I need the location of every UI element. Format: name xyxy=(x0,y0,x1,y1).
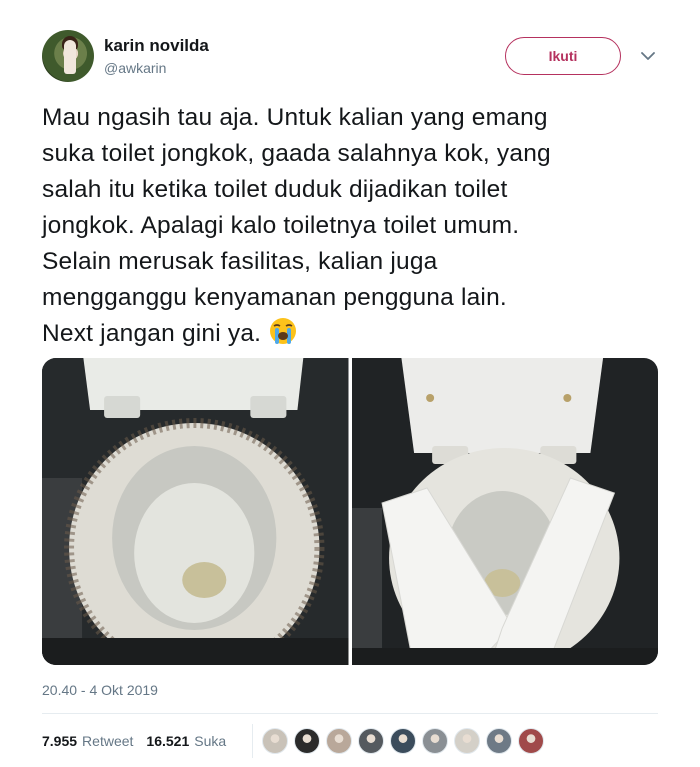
retweet-label: Retweet xyxy=(82,733,134,749)
loudly-crying-face-emoji xyxy=(268,316,298,346)
liker-avatar[interactable] xyxy=(358,728,384,754)
tweet-body: Mau ngasih tau aja. Untuk kalian yang em… xyxy=(42,104,551,347)
tweet-text: Mau ngasih tau aja. Untuk kalian yang em… xyxy=(42,100,662,352)
likers-avatars xyxy=(262,728,544,754)
photo-right[interactable] xyxy=(351,358,658,665)
liker-avatar[interactable] xyxy=(422,728,448,754)
liker-avatar[interactable] xyxy=(518,728,544,754)
like-number: 16.521 xyxy=(146,733,190,749)
photo-left[interactable] xyxy=(42,358,349,665)
tweet-card: karin novilda @awkarin Ikuti Mau ngasih … xyxy=(0,0,700,767)
like-count[interactable]: 16.521 Suka xyxy=(146,733,239,749)
toilet-with-tissue-photo xyxy=(351,358,658,665)
user-name[interactable]: karin novilda xyxy=(104,36,209,56)
photo-grid xyxy=(42,358,658,665)
liker-avatar[interactable] xyxy=(294,728,320,754)
liker-avatar[interactable] xyxy=(390,728,416,754)
stats-separator xyxy=(252,724,253,758)
liker-avatar[interactable] xyxy=(486,728,512,754)
follow-button[interactable]: Ikuti xyxy=(505,37,621,75)
chevron-down-icon[interactable] xyxy=(638,46,658,66)
retweet-number: 7.955 xyxy=(42,733,78,749)
avatar[interactable] xyxy=(42,30,94,82)
divider xyxy=(42,713,658,714)
user-handle[interactable]: @awkarin xyxy=(104,60,166,76)
dirty-toilet-photo xyxy=(42,358,349,665)
like-label: Suka xyxy=(194,733,227,749)
avatar-figure xyxy=(64,40,76,74)
retweet-count[interactable]: 7.955 Retweet xyxy=(42,733,146,749)
liker-avatar[interactable] xyxy=(454,728,480,754)
tweet-timestamp[interactable]: 20.40 - 4 Okt 2019 xyxy=(42,682,158,698)
liker-avatar[interactable] xyxy=(262,728,288,754)
tweet-stats: 7.955 Retweet 16.521 Suka xyxy=(42,730,239,752)
liker-avatar[interactable] xyxy=(326,728,352,754)
